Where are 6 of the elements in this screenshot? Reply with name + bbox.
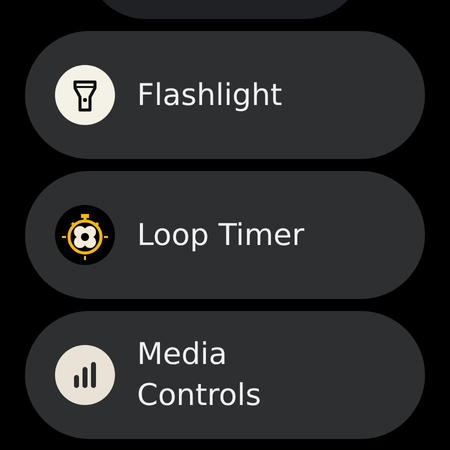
app-chip[interactable]: Flashlight (25, 31, 425, 159)
flashlight-icon (55, 65, 115, 125)
equalizer-icon (55, 345, 115, 405)
app-chip[interactable]: Loop Timer (25, 171, 425, 299)
stopwatch-icon (55, 205, 115, 265)
app-chip[interactable]: Media Controls (25, 311, 425, 439)
